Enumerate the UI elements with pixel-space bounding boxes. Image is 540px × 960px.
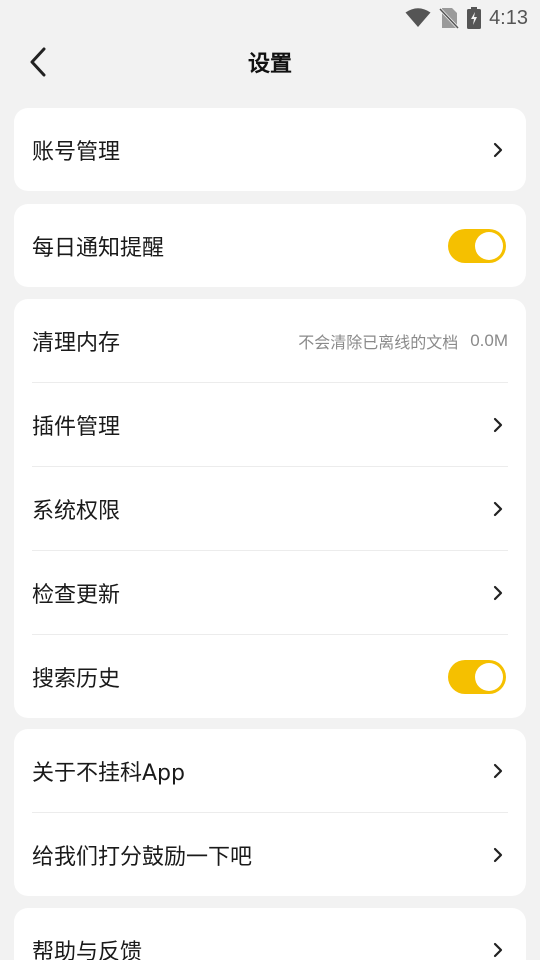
rate-app-row[interactable]: 给我们打分鼓励一下吧 — [32, 812, 508, 896]
clear-cache-info: 不会清除已离线的文档 0.0M — [298, 329, 508, 353]
search-history-label: 搜索历史 — [32, 666, 121, 692]
wifi-icon — [405, 8, 431, 28]
chevron-right-icon — [488, 940, 508, 960]
about-card: 关于不挂科App 给我们打分鼓励一下吧 — [14, 729, 526, 896]
chevron-right-icon — [488, 499, 508, 519]
chevron-right-icon — [488, 761, 508, 781]
account-card: 账号管理 — [14, 108, 526, 191]
clear-cache-row[interactable]: 清理内存 不会清除已离线的文档 0.0M — [32, 299, 508, 382]
daily-notification-label: 每日通知提醒 — [32, 235, 165, 261]
daily-notification-toggle[interactable] — [448, 228, 506, 263]
search-history-toggle[interactable] — [448, 659, 506, 694]
cache-size: 0.0M — [470, 330, 508, 350]
plugin-management-row[interactable]: 插件管理 — [32, 382, 508, 466]
account-management-row[interactable]: 账号管理 — [32, 108, 508, 191]
account-management-label: 账号管理 — [32, 139, 121, 165]
search-history-row: 搜索历史 — [32, 634, 508, 718]
toggle-knob — [475, 662, 503, 691]
settings-screen: 4:13 设置 账号管理 每日通知提醒 清理内存 不会清除已离线的文档 0.0M… — [0, 0, 540, 960]
system-permissions-row[interactable]: 系统权限 — [32, 466, 508, 550]
check-updates-row[interactable]: 检查更新 — [32, 550, 508, 634]
status-icons: 4:13 — [405, 6, 528, 30]
page-title: 设置 — [247, 52, 292, 77]
about-app-label: 关于不挂科App — [32, 760, 185, 786]
clear-cache-hint: 不会清除已离线的文档 — [298, 332, 459, 352]
no-sim-icon — [439, 7, 460, 29]
daily-notification-row: 每日通知提醒 — [32, 204, 508, 287]
help-feedback-label: 帮助与反馈 — [32, 939, 143, 960]
help-feedback-row[interactable]: 帮助与反馈 — [32, 908, 508, 960]
chevron-left-icon — [28, 47, 48, 81]
chevron-right-icon — [488, 845, 508, 865]
toggle-knob — [475, 231, 503, 260]
plugin-management-label: 插件管理 — [32, 414, 121, 440]
notification-card: 每日通知提醒 — [14, 204, 526, 287]
chevron-right-icon — [488, 415, 508, 435]
check-updates-label: 检查更新 — [32, 582, 121, 608]
rate-app-label: 给我们打分鼓励一下吧 — [32, 844, 253, 870]
system-card: 清理内存 不会清除已离线的文档 0.0M 插件管理 系统权限 检查更新 搜索历史 — [14, 299, 526, 718]
chevron-right-icon — [488, 583, 508, 603]
system-permissions-label: 系统权限 — [32, 498, 121, 524]
battery-charging-icon — [467, 7, 482, 29]
back-button[interactable] — [18, 44, 58, 84]
status-time: 4:13 — [489, 7, 528, 29]
chevron-right-icon — [488, 140, 508, 160]
about-app-row[interactable]: 关于不挂科App — [32, 729, 508, 812]
status-bar: 4:13 — [0, 0, 540, 36]
app-header: 设置 — [0, 36, 540, 94]
clear-cache-label: 清理内存 — [32, 330, 121, 356]
help-card: 帮助与反馈 — [14, 908, 526, 960]
